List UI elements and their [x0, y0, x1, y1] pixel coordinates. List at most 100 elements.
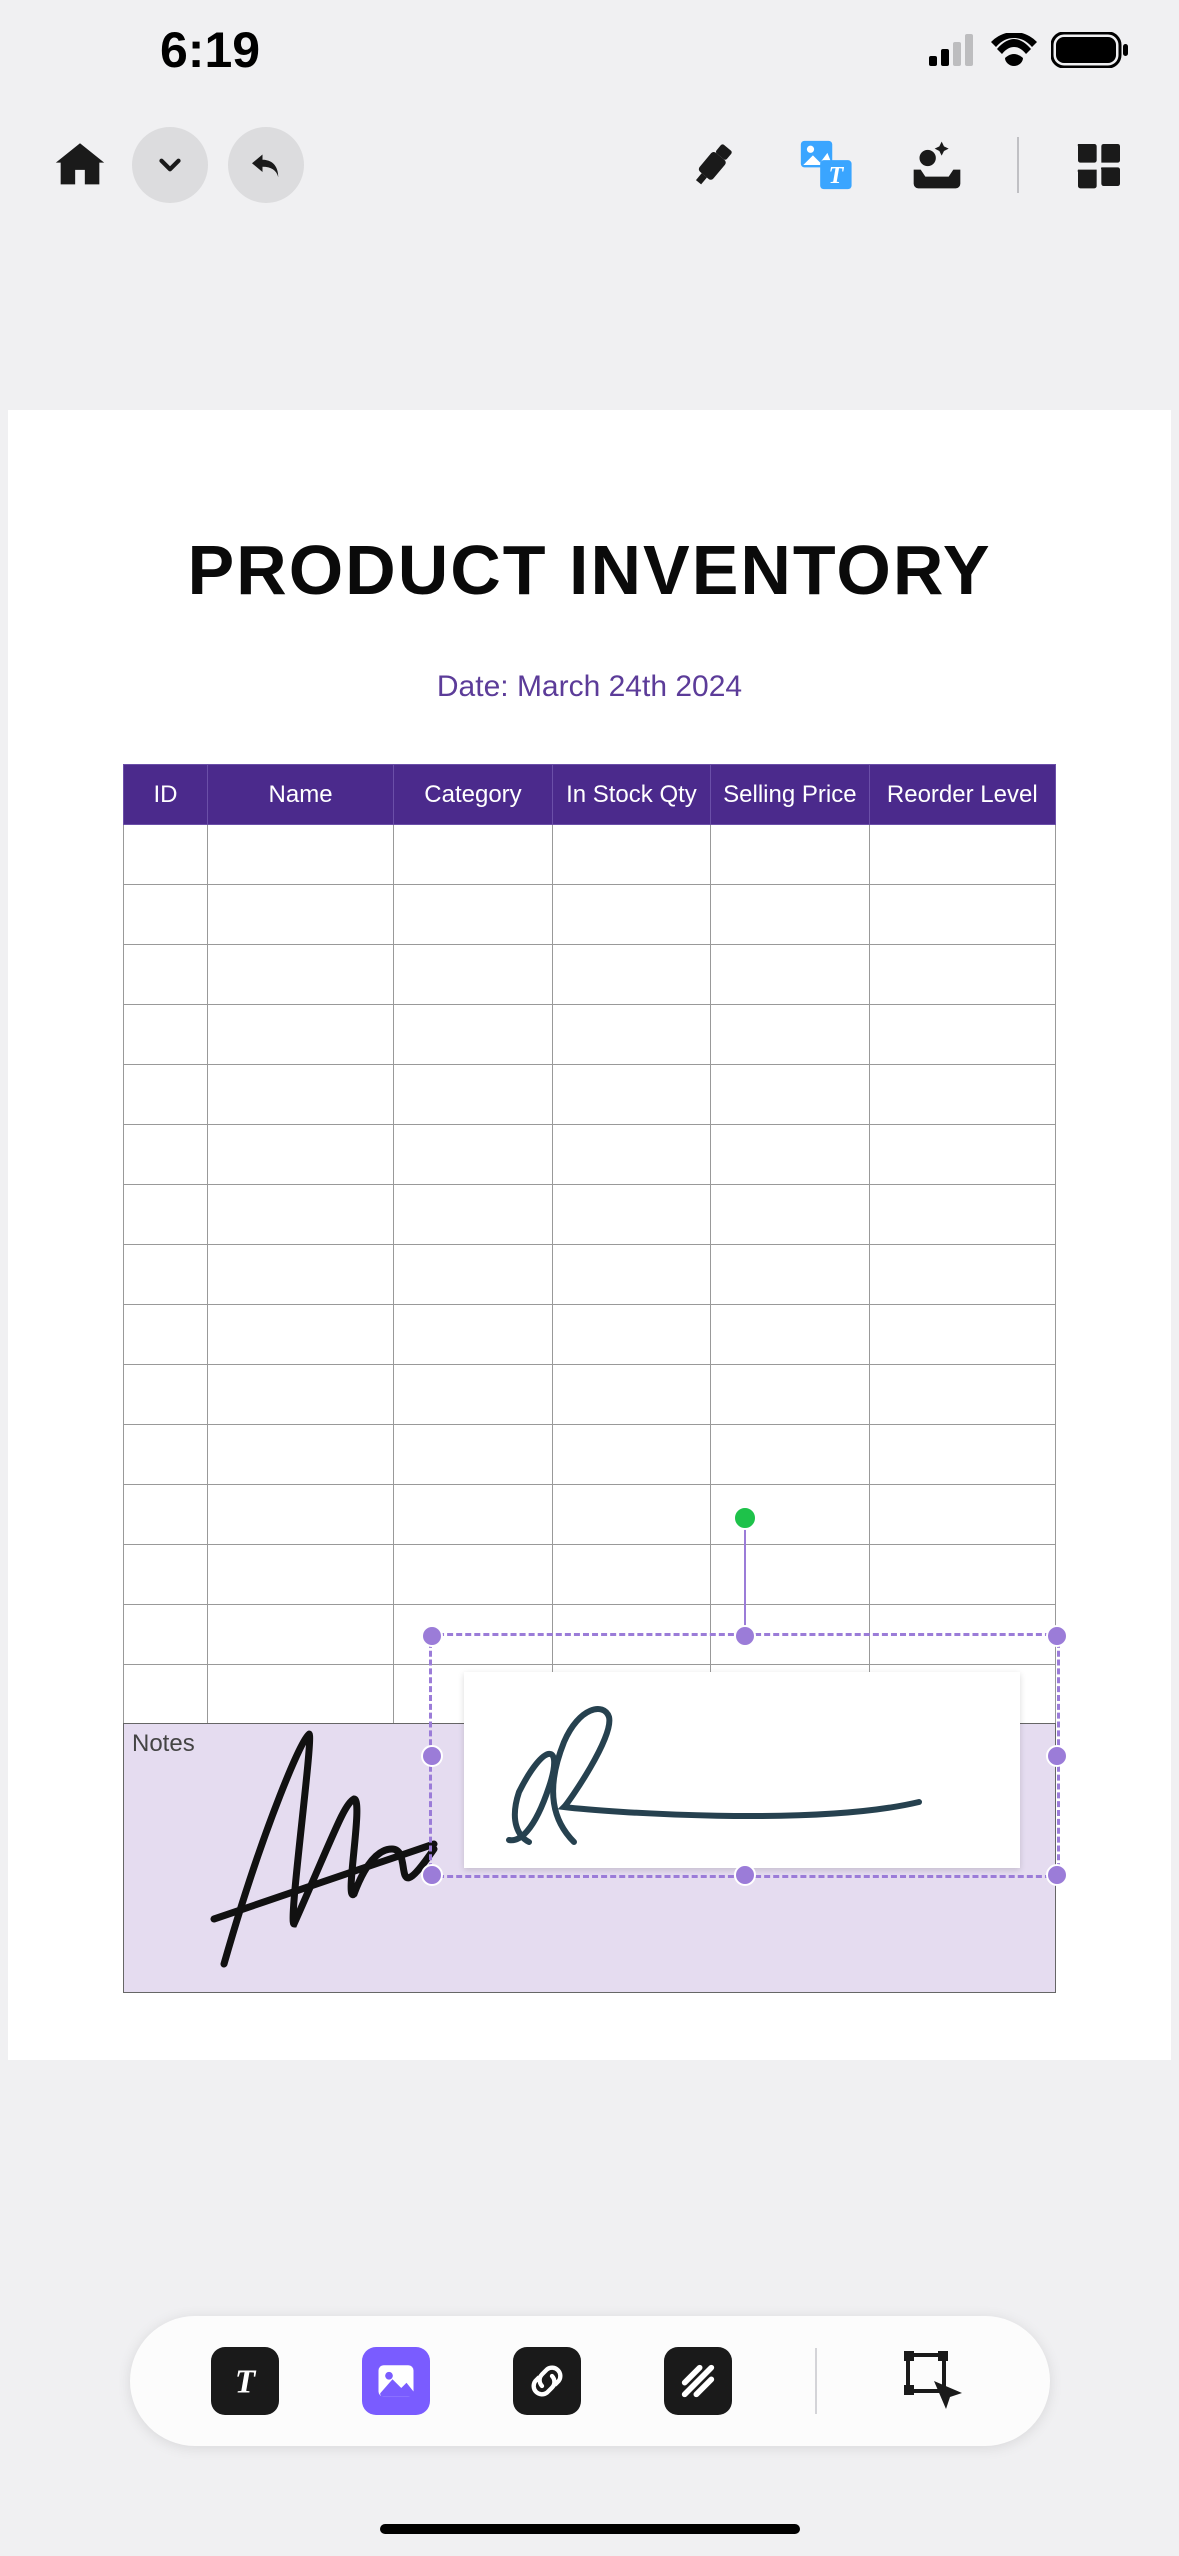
table-cell[interactable] — [552, 1545, 710, 1605]
table-row[interactable] — [124, 1245, 1056, 1305]
table-cell[interactable] — [711, 1485, 869, 1545]
table-cell[interactable] — [711, 1365, 869, 1425]
table-cell[interactable] — [711, 1125, 869, 1185]
table-cell[interactable] — [869, 1065, 1055, 1125]
table-cell[interactable] — [394, 1005, 552, 1065]
table-cell[interactable] — [711, 945, 869, 1005]
table-cell[interactable] — [869, 1485, 1055, 1545]
table-cell[interactable] — [552, 1605, 710, 1665]
table-cell[interactable] — [124, 1065, 208, 1125]
table-cell[interactable] — [394, 1125, 552, 1185]
table-cell[interactable] — [711, 1065, 869, 1125]
table-cell[interactable] — [207, 1185, 393, 1245]
table-cell[interactable] — [124, 1305, 208, 1365]
table-cell[interactable] — [394, 1485, 552, 1545]
table-cell[interactable] — [207, 1065, 393, 1125]
table-cell[interactable] — [207, 885, 393, 945]
canvas-area[interactable]: PRODUCT INVENTORY Date: March 24th 2024 … — [0, 230, 1179, 2060]
table-cell[interactable] — [711, 885, 869, 945]
table-cell[interactable] — [711, 1005, 869, 1065]
selected-signature-image[interactable] — [464, 1672, 1020, 1868]
table-cell[interactable] — [394, 1545, 552, 1605]
table-cell[interactable] — [869, 885, 1055, 945]
table-row[interactable] — [124, 1545, 1056, 1605]
table-cell[interactable] — [711, 1425, 869, 1485]
table-cell[interactable] — [394, 1185, 552, 1245]
table-cell[interactable] — [711, 1305, 869, 1365]
table-cell[interactable] — [394, 885, 552, 945]
select-tool-button[interactable] — [900, 2347, 968, 2415]
magic-button[interactable] — [905, 133, 969, 197]
table-cell[interactable] — [869, 1365, 1055, 1425]
table-cell[interactable] — [124, 1125, 208, 1185]
table-cell[interactable] — [711, 1605, 869, 1665]
table-cell[interactable] — [207, 1545, 393, 1605]
table-cell[interactable] — [207, 825, 393, 885]
table-row[interactable] — [124, 1185, 1056, 1245]
table-cell[interactable] — [207, 1125, 393, 1185]
image-tool-button[interactable] — [362, 2347, 430, 2415]
home-indicator[interactable] — [380, 2524, 800, 2534]
table-cell[interactable] — [552, 1005, 710, 1065]
table-cell[interactable] — [207, 1365, 393, 1425]
table-cell[interactable] — [124, 885, 208, 945]
table-cell[interactable] — [124, 1545, 208, 1605]
highlighter-button[interactable] — [681, 133, 745, 197]
document-page[interactable]: PRODUCT INVENTORY Date: March 24th 2024 … — [8, 410, 1171, 2060]
table-cell[interactable] — [552, 1365, 710, 1425]
table-row[interactable] — [124, 1065, 1056, 1125]
table-cell[interactable] — [711, 825, 869, 885]
table-cell[interactable] — [394, 945, 552, 1005]
table-cell[interactable] — [869, 1605, 1055, 1665]
table-cell[interactable] — [869, 945, 1055, 1005]
table-cell[interactable] — [869, 1125, 1055, 1185]
table-cell[interactable] — [394, 825, 552, 885]
table-cell[interactable] — [207, 1305, 393, 1365]
table-cell[interactable] — [552, 1425, 710, 1485]
text-image-button[interactable]: T — [793, 133, 857, 197]
table-cell[interactable] — [869, 1425, 1055, 1485]
table-cell[interactable] — [207, 1005, 393, 1065]
table-cell[interactable] — [552, 825, 710, 885]
table-cell[interactable] — [869, 1185, 1055, 1245]
table-cell[interactable] — [124, 1185, 208, 1245]
table-row[interactable] — [124, 885, 1056, 945]
table-cell[interactable] — [394, 1365, 552, 1425]
table-cell[interactable] — [124, 1365, 208, 1425]
apps-button[interactable] — [1067, 133, 1131, 197]
table-row[interactable] — [124, 1425, 1056, 1485]
table-row[interactable] — [124, 945, 1056, 1005]
table-cell[interactable] — [711, 1185, 869, 1245]
table-row[interactable] — [124, 1605, 1056, 1665]
table-cell[interactable] — [124, 1245, 208, 1305]
table-cell[interactable] — [552, 1245, 710, 1305]
table-cell[interactable] — [207, 1605, 393, 1665]
table-cell[interactable] — [711, 1245, 869, 1305]
table-row[interactable] — [124, 825, 1056, 885]
inventory-table[interactable]: ID Name Category In Stock Qty Selling Pr… — [123, 764, 1056, 1725]
table-cell[interactable] — [869, 1545, 1055, 1605]
pattern-tool-button[interactable] — [664, 2347, 732, 2415]
signature-1[interactable] — [184, 1704, 464, 1984]
link-tool-button[interactable] — [513, 2347, 581, 2415]
table-cell[interactable] — [552, 1125, 710, 1185]
table-cell[interactable] — [394, 1065, 552, 1125]
table-cell[interactable] — [394, 1245, 552, 1305]
table-row[interactable] — [124, 1125, 1056, 1185]
table-cell[interactable] — [124, 1005, 208, 1065]
table-cell[interactable] — [207, 1485, 393, 1545]
table-cell[interactable] — [869, 825, 1055, 885]
table-row[interactable] — [124, 1485, 1056, 1545]
table-cell[interactable] — [552, 885, 710, 945]
table-cell[interactable] — [552, 1185, 710, 1245]
table-cell[interactable] — [552, 945, 710, 1005]
table-cell[interactable] — [124, 1485, 208, 1545]
table-cell[interactable] — [869, 1245, 1055, 1305]
table-row[interactable] — [124, 1005, 1056, 1065]
table-cell[interactable] — [207, 1425, 393, 1485]
table-cell[interactable] — [124, 1605, 208, 1665]
table-cell[interactable] — [124, 1425, 208, 1485]
table-cell[interactable] — [869, 1305, 1055, 1365]
table-cell[interactable] — [552, 1065, 710, 1125]
home-button[interactable] — [48, 133, 112, 197]
